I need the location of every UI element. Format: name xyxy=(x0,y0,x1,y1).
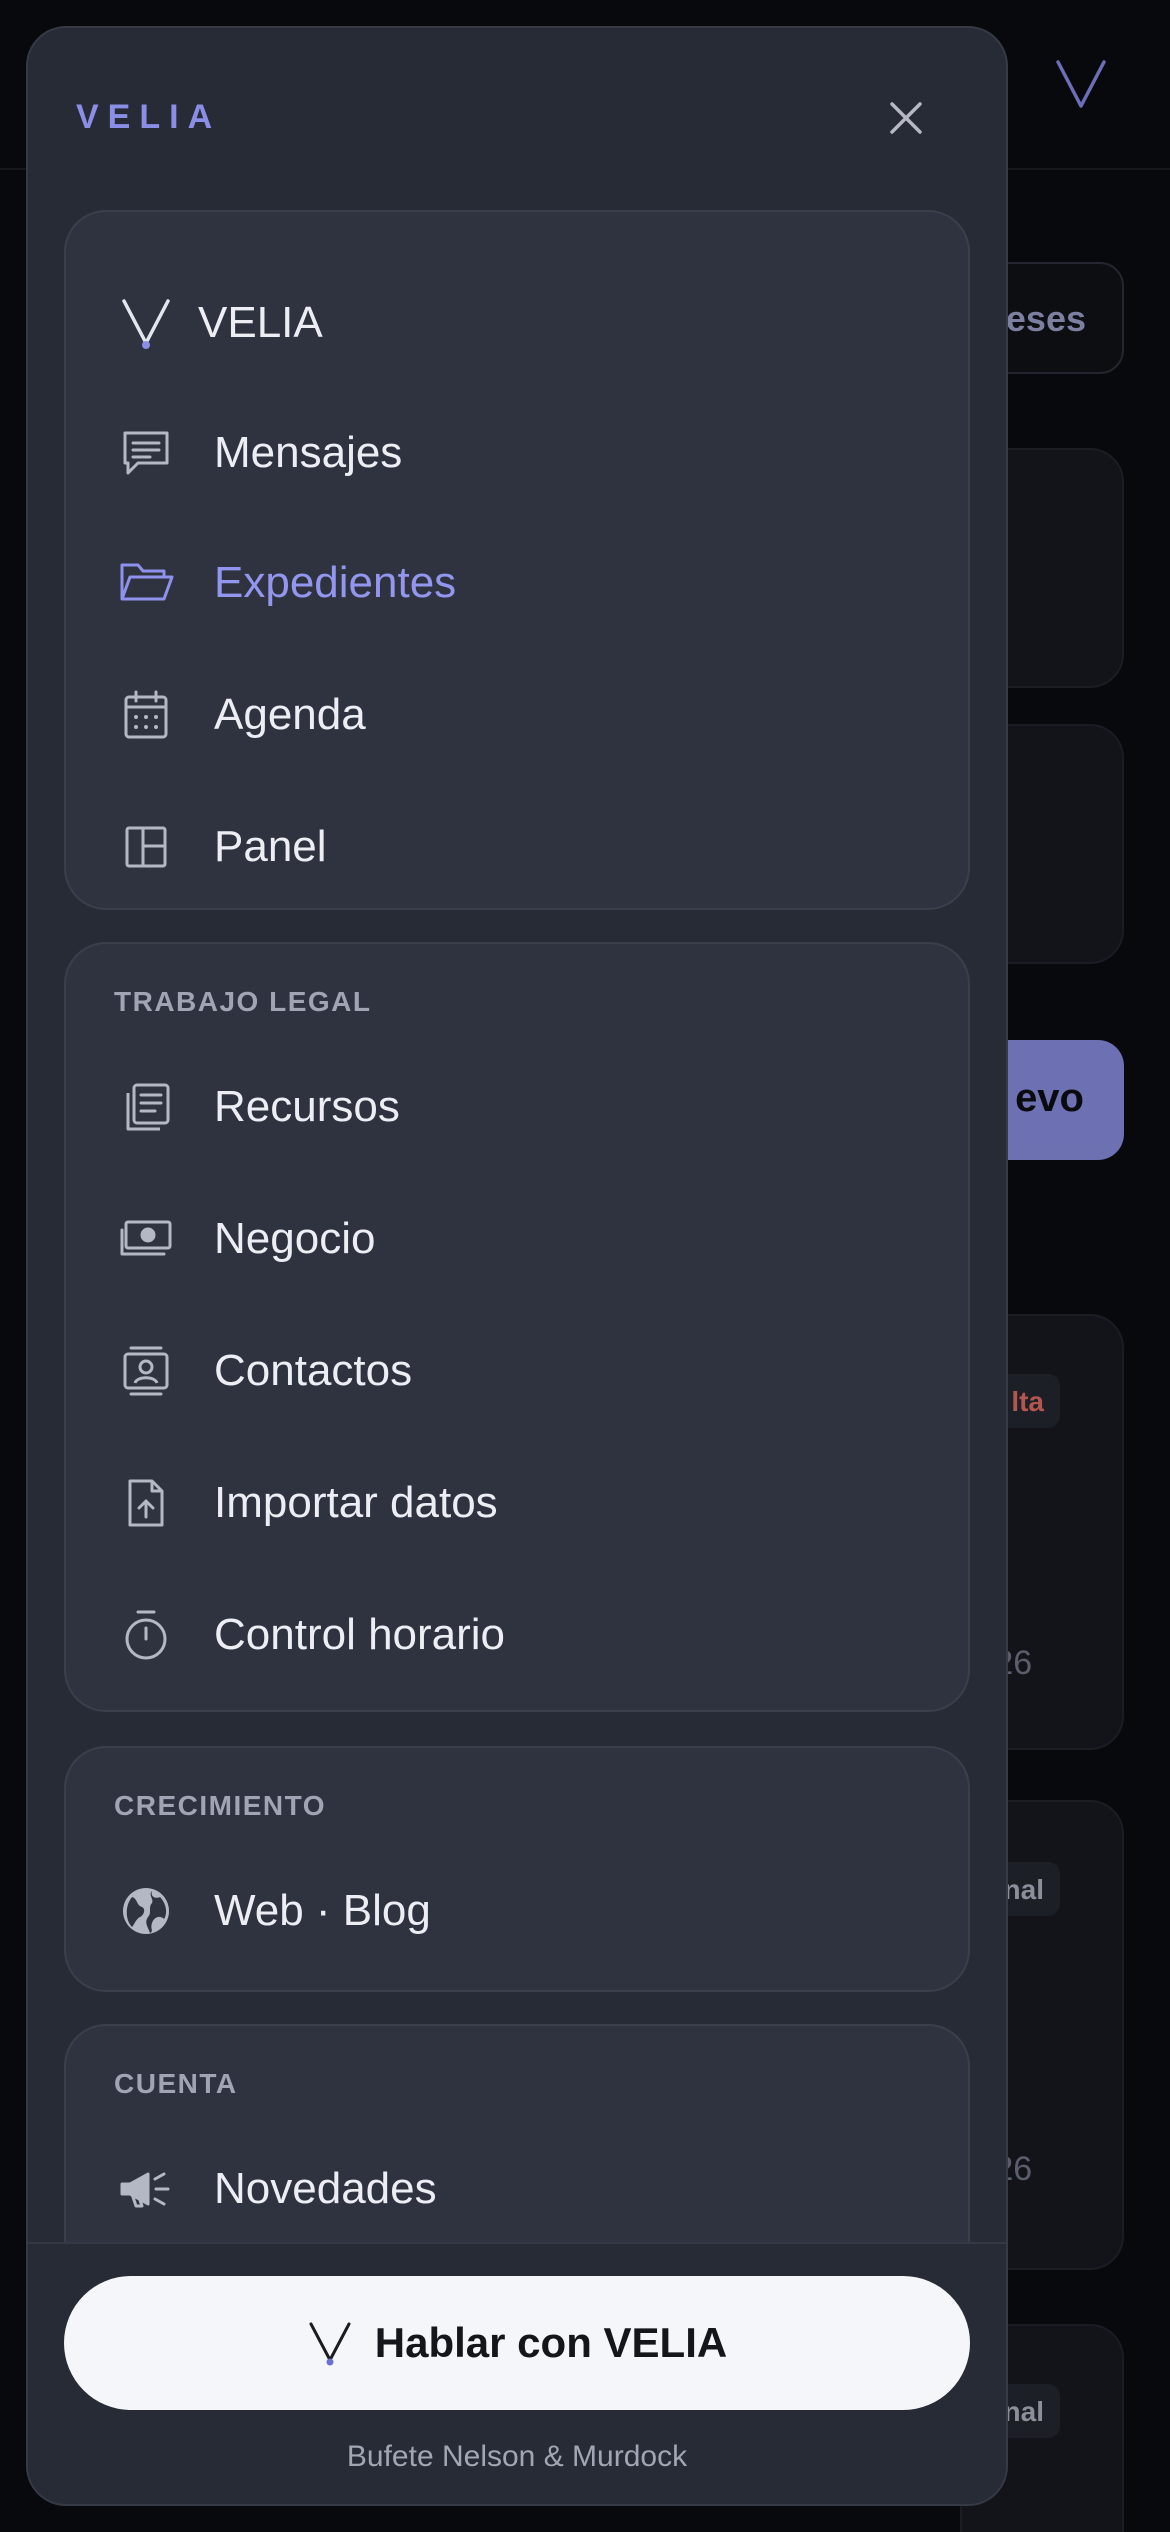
stopwatch-icon xyxy=(118,1607,174,1663)
nav-item-label: Panel xyxy=(214,822,327,871)
group-title: CUENTA xyxy=(114,2068,238,2099)
drawer-header: VELIA xyxy=(28,28,1006,184)
group-title: CRECIMIENTO xyxy=(114,1790,326,1821)
brand-wordmark: VELIA xyxy=(76,98,222,136)
nav-item-mensajes[interactable]: Mensajes xyxy=(66,398,968,508)
talk-to-velia-button[interactable]: Hablar con VELIA xyxy=(64,2276,970,2410)
nav-item-label: Control horario xyxy=(214,1610,506,1659)
nav-item-label: Mensajes xyxy=(214,428,403,477)
contact-card-icon xyxy=(118,1343,174,1399)
nav-item-control-horario[interactable]: Control horario xyxy=(66,1580,968,1690)
nav-item-label: VELIA xyxy=(198,298,323,347)
nav-item-expedientes[interactable]: Expedientes xyxy=(66,528,968,638)
nav-item-web-blog[interactable]: Web · Blog xyxy=(66,1856,968,1966)
megaphone-icon xyxy=(118,2161,174,2217)
nav-item-panel[interactable]: Panel xyxy=(66,792,968,902)
nav-group-growth: CRECIMIENTO Web · Blog xyxy=(64,1746,970,1992)
nav-item-importar-datos[interactable]: Importar datos xyxy=(66,1448,968,1558)
nav-item-contactos[interactable]: Contactos xyxy=(66,1316,968,1426)
nav-item-label: Novedades xyxy=(214,2164,437,2213)
firm-name: Bufete Nelson & Murdock xyxy=(346,2440,688,2473)
drawer-footer: Hablar con VELIA Bufete Nelson & Murdock xyxy=(28,2242,1006,2504)
nav-item-recursos[interactable]: Recursos xyxy=(66,1052,968,1162)
nav-item-label: Importar datos xyxy=(214,1478,498,1527)
badge-label: nal xyxy=(1003,1874,1044,1905)
velia-logo-icon xyxy=(1056,60,1106,108)
badge-label: nal xyxy=(1003,2396,1044,2427)
nav-item-label: Negocio xyxy=(214,1214,376,1263)
calendar-icon xyxy=(118,687,174,743)
nav-group-legal: TRABAJO LEGAL Recursos Negocio Contactos… xyxy=(64,942,970,1712)
nav-group-main: VELIA Mensajes Expedientes Agenda Panel xyxy=(64,210,970,910)
background-new-label: evo xyxy=(1015,1076,1084,1120)
drawer-scroll-area[interactable]: VELIA Mensajes Expedientes Agenda Panel … xyxy=(28,184,1006,2268)
chat-icon xyxy=(118,425,174,481)
nav-item-negocio[interactable]: Negocio xyxy=(66,1184,968,1294)
folder-open-icon xyxy=(118,555,174,611)
nav-group-account: CUENTA Novedades xyxy=(64,2024,970,2268)
nav-item-label: Recursos xyxy=(214,1082,400,1131)
file-upload-icon xyxy=(118,1475,174,1531)
background-pill-label: eses xyxy=(1005,298,1086,339)
nav-item-agenda[interactable]: Agenda xyxy=(66,660,968,770)
nav-item-novedades[interactable]: Novedades xyxy=(66,2134,968,2244)
nav-item-label: Expedientes xyxy=(214,558,457,607)
navigation-drawer: VELIA VELIA Mensajes Expedientes Agenda … xyxy=(26,26,1008,2506)
documents-icon xyxy=(118,1079,174,1135)
nav-item-label: Agenda xyxy=(214,690,366,739)
globe-icon xyxy=(118,1883,174,1939)
cta-label: Hablar con VELIA xyxy=(374,2319,728,2366)
nav-item-label: Web · Blog xyxy=(214,1886,431,1935)
money-icon xyxy=(118,1211,174,1267)
velia-logo-icon xyxy=(309,2322,351,2366)
velia-logo-icon xyxy=(118,295,174,351)
nav-item-velia[interactable]: VELIA xyxy=(66,268,968,378)
layout-panel-icon xyxy=(118,819,174,875)
close-button[interactable] xyxy=(878,90,934,146)
badge-label: lta xyxy=(1011,1386,1044,1417)
close-icon xyxy=(890,102,922,134)
group-title: TRABAJO LEGAL xyxy=(114,986,372,1017)
nav-item-label: Contactos xyxy=(214,1346,413,1395)
